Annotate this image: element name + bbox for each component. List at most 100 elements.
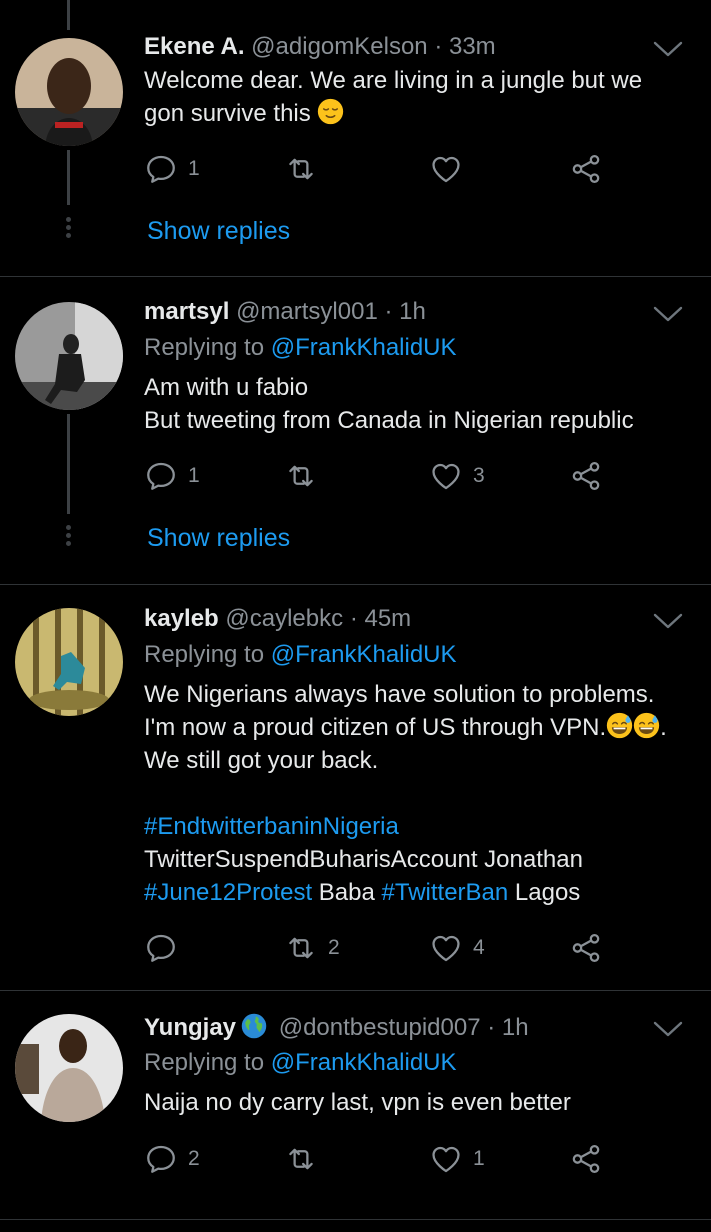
- tweet-header: Ekene A. @adigomKelson · 33m: [144, 32, 496, 62]
- tweet-line: #June12Protest Baba #TwitterBan Lagos: [144, 879, 581, 906]
- hashtag-link[interactable]: #June12Protest: [144, 879, 312, 906]
- tweet-line: I'm now a proud citizen of US through VP…: [144, 714, 667, 741]
- timestamp[interactable]: 1h: [502, 1014, 529, 1041]
- heart-icon: [429, 459, 463, 493]
- replying-to: Replying to @FrankKhalidUK: [144, 333, 457, 363]
- show-replies-link[interactable]: Show replies: [147, 524, 290, 553]
- reply-button[interactable]: [144, 928, 188, 968]
- handle[interactable]: @martsyl001: [236, 298, 378, 325]
- tweet-actions: 1: [144, 149, 614, 189]
- timestamp[interactable]: 33m: [449, 33, 496, 60]
- like-count: 3: [473, 464, 485, 487]
- tweet[interactable]: martsyl @martsyl001 · 1h Replying to @Fr…: [0, 297, 711, 582]
- tweet-header: martsyl @martsyl001 · 1h: [144, 297, 426, 327]
- tweet-text: Welcome dear. We are living in a jungle …: [144, 64, 689, 130]
- separator: ·: [384, 298, 393, 325]
- tweet-actions: 1 3: [144, 456, 614, 496]
- divider: [0, 990, 711, 991]
- tweet-text: Naija no dy carry last, vpn is even bett…: [144, 1086, 689, 1119]
- reply-count: 1: [188, 464, 200, 487]
- like-button[interactable]: 4: [429, 928, 485, 968]
- like-button[interactable]: 3: [429, 456, 485, 496]
- tweet-line: Am with u fabio: [144, 374, 309, 401]
- tweet[interactable]: Yungjay @dontbestupid007 · 1h Replying t…: [0, 1012, 711, 1222]
- tweet[interactable]: Ekene A. @adigomKelson · 33m Welcome dea…: [0, 32, 711, 272]
- share-icon: [569, 1142, 603, 1176]
- display-name[interactable]: martsyl: [144, 298, 229, 325]
- handle[interactable]: @dontbestupid007: [279, 1014, 481, 1041]
- replying-to-label: Replying to: [144, 1049, 265, 1076]
- handle[interactable]: @caylebkc: [225, 605, 343, 632]
- display-name[interactable]: kayleb: [144, 605, 219, 632]
- handle[interactable]: @adigomKelson: [251, 33, 427, 60]
- reply-button[interactable]: 2: [144, 1139, 200, 1179]
- retweet-button[interactable]: [284, 149, 328, 189]
- tweet-line: Welcome dear. We are living in a jungle …: [144, 67, 643, 94]
- chevron-down-icon[interactable]: [653, 305, 683, 323]
- like-count: 1: [473, 1147, 485, 1170]
- reply-button[interactable]: 1: [144, 456, 200, 496]
- like-button[interactable]: 1: [429, 1139, 485, 1179]
- tweet-line: gon survive this: [144, 97, 689, 130]
- reply-count: 2: [188, 1147, 200, 1170]
- share-icon: [569, 152, 603, 186]
- mention-link[interactable]: @FrankKhalidUK: [271, 1049, 457, 1076]
- heart-icon: [429, 931, 463, 965]
- divider: [0, 584, 711, 585]
- tweet-text: We Nigerians always have solution to pro…: [144, 678, 689, 909]
- reply-icon: [144, 459, 178, 493]
- retweet-button[interactable]: 2: [284, 928, 340, 968]
- tweet-line: We Nigerians always have solution to pro…: [144, 681, 655, 708]
- heart-icon: [429, 1142, 463, 1176]
- share-icon: [569, 459, 603, 493]
- retweet-icon: [284, 1142, 318, 1176]
- tweet-text: Am with u fabio But tweeting from Canada…: [144, 371, 689, 437]
- tweet-header: kayleb @caylebkc · 45m: [144, 604, 411, 634]
- thread-line-top: [67, 0, 70, 30]
- share-button[interactable]: [569, 149, 603, 189]
- hashtag-link[interactable]: #EndtwitterbaninNigeria: [144, 810, 689, 843]
- timestamp[interactable]: 1h: [399, 298, 426, 325]
- reply-icon: [144, 931, 178, 965]
- tweet-line: But tweeting from Canada in Nigerian rep…: [144, 407, 634, 434]
- like-count: 4: [473, 936, 485, 959]
- share-button[interactable]: [569, 456, 603, 496]
- share-icon: [569, 931, 603, 965]
- hashtag-link[interactable]: #TwitterBan: [382, 879, 509, 906]
- replying-to-label: Replying to: [144, 334, 265, 361]
- chevron-down-icon[interactable]: [653, 612, 683, 630]
- divider: [0, 1219, 711, 1220]
- like-button[interactable]: [429, 149, 473, 189]
- mention-link[interactable]: @FrankKhalidUK: [271, 641, 457, 668]
- separator: ·: [487, 1014, 496, 1041]
- reply-icon: [144, 1142, 178, 1176]
- tweet-actions: 2 4: [144, 928, 614, 968]
- chevron-down-icon[interactable]: [653, 1020, 683, 1038]
- separator: ·: [434, 33, 443, 60]
- display-name[interactable]: Ekene A.: [144, 33, 245, 60]
- chevron-down-icon[interactable]: [653, 40, 683, 58]
- tweet[interactable]: kayleb @caylebkc · 45m Replying to @Fran…: [0, 604, 711, 984]
- retweet-icon: [284, 931, 318, 965]
- display-name[interactable]: Yungjay: [144, 1014, 236, 1041]
- retweet-button[interactable]: [284, 1139, 328, 1179]
- replying-to: Replying to @FrankKhalidUK: [144, 1048, 457, 1078]
- show-replies-link[interactable]: Show replies: [147, 217, 290, 246]
- reply-icon: [144, 152, 178, 186]
- heart-icon: [429, 152, 463, 186]
- mention-link[interactable]: @FrankKhalidUK: [271, 334, 457, 361]
- reply-button[interactable]: 1: [144, 149, 200, 189]
- share-button[interactable]: [569, 1139, 603, 1179]
- retweet-button[interactable]: [284, 456, 328, 496]
- timestamp[interactable]: 45m: [364, 605, 411, 632]
- globe-icon: [240, 1012, 268, 1040]
- tweet-line: Naija no dy carry last, vpn is even bett…: [144, 1089, 571, 1116]
- share-button[interactable]: [569, 928, 603, 968]
- retweet-icon: [284, 459, 318, 493]
- replying-to: Replying to @FrankKhalidUK: [144, 640, 457, 670]
- tweet-header: Yungjay @dontbestupid007 · 1h: [144, 1012, 529, 1043]
- tweet-line: TwitterSuspendBuharisAccount Jonathan: [144, 846, 583, 873]
- relieved-face-emoji-icon: [317, 98, 344, 125]
- tweet-actions: 2 1: [144, 1139, 614, 1179]
